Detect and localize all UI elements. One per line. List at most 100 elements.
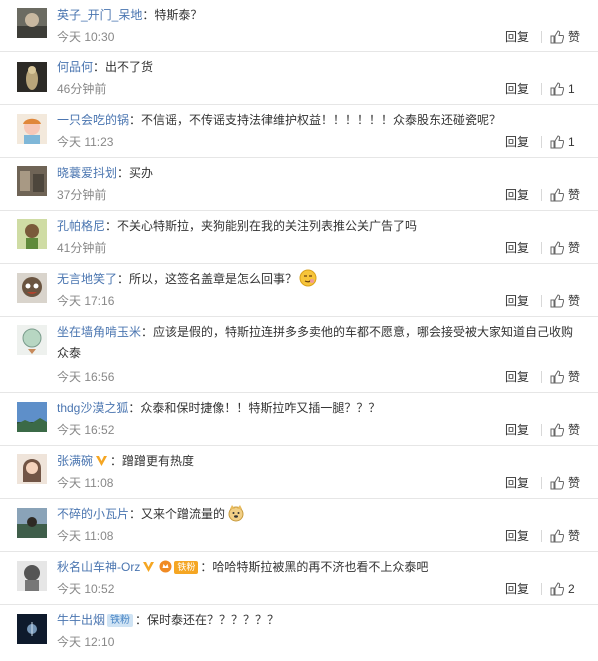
comment-username[interactable]: 牛牛出烟 xyxy=(57,613,105,627)
comment-text: 无言地笑了：所以，这签名盖章是怎么回事？ xyxy=(57,269,582,290)
comment-username[interactable]: 一只会吃的锅 xyxy=(57,113,129,127)
thumbs-up-icon[interactable] xyxy=(550,370,565,384)
comment-text: 晓蘘爱抖划：买办 xyxy=(57,163,582,184)
comment-time: 今天 16:52 xyxy=(57,423,115,437)
comment-text: 不碎的小瓦片：又来个蹭流量的 xyxy=(57,504,582,525)
comment-username[interactable]: 晓蘘爱抖划 xyxy=(57,166,117,180)
divider xyxy=(541,477,542,489)
avatar[interactable] xyxy=(17,219,47,249)
comment-username[interactable]: 孔帕格尼 xyxy=(57,219,105,233)
reply-button[interactable]: 回复 xyxy=(505,294,529,308)
like-count[interactable]: 1 xyxy=(568,135,582,149)
comment-body: ：保时泰还在？？？？？？ xyxy=(135,613,280,627)
comment-username[interactable]: 无言地笑了 xyxy=(57,272,117,286)
thumbs-up-icon[interactable] xyxy=(550,82,565,96)
avatar[interactable] xyxy=(17,561,47,591)
reply-button[interactable]: 回复 xyxy=(505,135,529,149)
comment-username[interactable]: 坐在墙角啃玉米 xyxy=(57,325,141,339)
reply-button[interactable]: 回复 xyxy=(505,30,529,44)
comment-username[interactable]: thdg沙漠之狐 xyxy=(57,401,128,415)
comment-text: 张满碗 ：蹭蹭更有热度 xyxy=(57,451,582,472)
comment-body: ：所以，这签名盖章是怎么回事？ xyxy=(117,272,298,286)
reply-button[interactable]: 回复 xyxy=(505,241,529,255)
avatar[interactable] xyxy=(17,402,47,432)
thumbs-up-icon[interactable] xyxy=(550,423,565,437)
comment-username[interactable]: 秋名山车神-Orz xyxy=(57,560,140,574)
avatar[interactable] xyxy=(17,62,47,92)
thumbs-up-icon[interactable] xyxy=(550,241,565,255)
thumbs-up-icon[interactable] xyxy=(550,188,565,202)
thumbs-up-icon[interactable] xyxy=(550,294,565,308)
avatar[interactable] xyxy=(17,325,47,355)
comment-body: ：哈哈特斯拉被黑的再不济也看不上众泰吧 xyxy=(200,560,429,574)
reply-button[interactable]: 回复 xyxy=(505,529,529,543)
comment-body: ：不信谣，不传谣支持法律维护权益！！！！！！众泰股东还碰瓷呢？ xyxy=(129,113,502,127)
comment-actions: 回复 赞 xyxy=(505,294,582,308)
avatar[interactable] xyxy=(17,8,47,38)
comment-actions: 回复 赞 xyxy=(505,241,582,255)
avatar[interactable] xyxy=(17,454,47,484)
comment-body: ：出不了货 xyxy=(93,60,154,74)
comment-body: ：又来个蹭流量的 xyxy=(129,507,226,521)
divider xyxy=(541,242,542,254)
vip-crown-icon xyxy=(159,559,172,573)
verified-v-icon xyxy=(95,453,108,466)
comment-actions: 回复 赞 xyxy=(505,529,582,543)
comment-item: 晓蘘爱抖划：买办 37分钟前 回复 赞 xyxy=(0,158,598,211)
comment-time: 今天 11:23 xyxy=(57,135,114,149)
comment-time: 41分钟前 xyxy=(57,241,107,255)
thumbs-up-icon[interactable] xyxy=(550,476,565,490)
comment-text: thdg沙漠之狐：众泰和保时捷像！！特斯拉咋又插一腿？？？ xyxy=(57,398,582,419)
comment-actions: 回复 赞 xyxy=(505,188,582,202)
comment-actions: 回复 1 xyxy=(505,135,582,149)
reply-button[interactable]: 回复 xyxy=(505,370,529,384)
divider xyxy=(541,530,542,542)
thumbs-up-icon[interactable] xyxy=(550,529,565,543)
like-count[interactable]: 赞 xyxy=(568,188,582,202)
like-count[interactable]: 赞 xyxy=(568,423,582,437)
comment-actions: 回复 赞 xyxy=(505,30,582,44)
avatar[interactable] xyxy=(17,614,47,644)
comment-time: 今天 10:52 xyxy=(57,582,115,596)
avatar[interactable] xyxy=(17,273,47,303)
comment-username[interactable]: 英子_开门_呆地 xyxy=(57,8,142,22)
like-count[interactable]: 赞 xyxy=(568,529,582,543)
like-count[interactable]: 赞 xyxy=(568,476,582,490)
comment-username[interactable]: 张满碗 xyxy=(57,454,93,468)
comment-text: 一只会吃的锅：不信谣，不传谣支持法律维护权益！！！！！！众泰股东还碰瓷呢？ xyxy=(57,110,582,131)
like-count[interactable]: 赞 xyxy=(568,241,582,255)
reply-button[interactable]: 回复 xyxy=(505,582,529,596)
comment-body: ：特斯泰？ xyxy=(142,8,203,22)
reply-button[interactable]: 回复 xyxy=(505,188,529,202)
comment-time: 今天 16:56 xyxy=(57,370,115,384)
reply-button[interactable]: 回复 xyxy=(505,476,529,490)
comment-item: thdg沙漠之狐：众泰和保时捷像！！特斯拉咋又插一腿？？？ 今天 16:52 回… xyxy=(0,393,598,446)
comment-username[interactable]: 何品何 xyxy=(57,60,93,74)
like-count[interactable]: 赞 xyxy=(568,294,582,308)
thumbs-up-icon[interactable] xyxy=(550,135,565,149)
reply-button[interactable]: 回复 xyxy=(505,82,529,96)
like-count[interactable]: 1 xyxy=(568,82,582,96)
reply-button[interactable]: 回复 xyxy=(505,423,529,437)
comment-item: 无言地笑了：所以，这签名盖章是怎么回事？ 今天 17:16 回复 赞 xyxy=(0,264,598,317)
fan-badge: 铁粉 xyxy=(107,614,134,627)
like-count[interactable]: 赞 xyxy=(568,370,582,384)
avatar[interactable] xyxy=(17,508,47,538)
comment-text: 何品何：出不了货 xyxy=(57,57,582,78)
comment-time: 今天 10:30 xyxy=(57,30,115,44)
thumbs-up-icon[interactable] xyxy=(550,582,565,596)
divider xyxy=(541,189,542,201)
avatar[interactable] xyxy=(17,114,47,144)
comment-item: 坐在墙角啃玉米：应该是假的，特斯拉连拼多多卖他的车都不愿意，哪会接受被大家知道自… xyxy=(0,317,598,393)
fan-badge: 铁粉 xyxy=(174,561,199,574)
comment-item: 英子_开门_呆地：特斯泰？ 今天 10:30 回复 赞 xyxy=(0,0,598,52)
like-count[interactable]: 赞 xyxy=(568,30,582,44)
like-count[interactable]: 2 xyxy=(568,582,582,596)
smirk-emoji-icon xyxy=(299,269,317,287)
comment-item: 牛牛出烟 铁粉 ：保时泰还在？？？？？？ 今天 12:10 xyxy=(0,605,598,659)
comment-username[interactable]: 不碎的小瓦片 xyxy=(57,507,129,521)
thumbs-up-icon[interactable] xyxy=(550,30,565,44)
comment-time: 今天 12:10 xyxy=(57,635,115,649)
comment-text: 秋名山车神-Orz 铁粉 ：哈哈特斯拉被黑的再不济也看不上众泰吧 xyxy=(57,557,582,578)
avatar[interactable] xyxy=(17,166,47,196)
